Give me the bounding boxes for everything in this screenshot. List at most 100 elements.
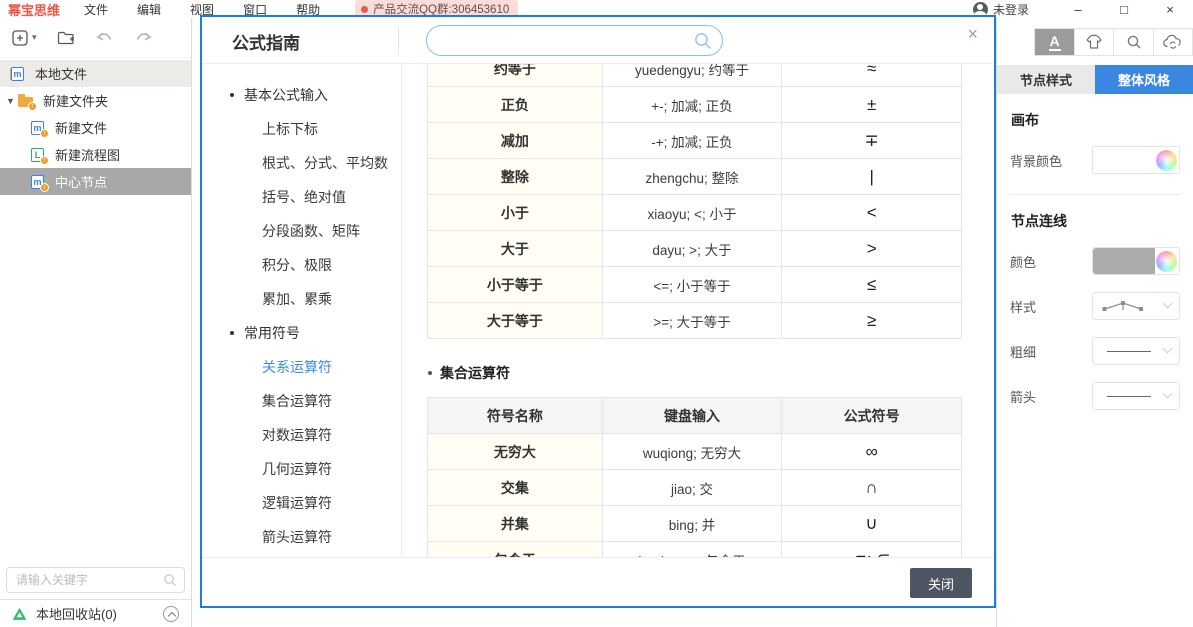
symbol-name-cell: 小于等于 [428,267,603,303]
symbol-name-cell: 减加 [428,123,603,159]
sidebar-search-input[interactable] [6,567,185,593]
window-close-button[interactable]: × [1147,2,1193,17]
table-row: 包含于 baohanyu; 包含于 ⊂; ⊆ [428,542,962,557]
modal-footer: 关闭 [202,557,994,606]
nav-item-logic-operators[interactable]: 逻辑运算符 [202,486,401,520]
formula-symbol-cell: ∞ [782,434,962,470]
file-tree: m 本地文件 ▼ ↑ 新建文件夹 m ↑ 新建文件 [0,58,191,195]
text-style-icon: A [1049,34,1061,51]
close-button[interactable]: 关闭 [910,568,972,598]
new-file-icon [12,30,29,46]
tree-item-local-files[interactable]: m 本地文件 [0,60,191,87]
line-color-picker[interactable] [1092,247,1180,275]
nav-group-basic: 基本公式输入 [202,78,401,112]
panel-tabs: 节点样式 整体风格 [997,65,1193,94]
modal-search-input[interactable] [441,33,688,49]
table-row: 减加 -+; 加减; 正负 ∓ [428,123,962,159]
nav-item-set-operators[interactable]: 集合运算符 [202,384,401,418]
nav-item-superscript-subscript[interactable]: 上标下标 [202,112,401,146]
symbol-name-cell: 交集 [428,470,603,506]
text-style-button[interactable]: A [1035,29,1074,55]
relation-operators-table: 约等于 yuedengyu; 约等于 ≈ 正负 +-; 加减; 正负 ± 减加 … [427,64,962,339]
nav-item-relational-operators[interactable]: 关系运算符 [202,350,401,384]
arrow-dropdown[interactable] [1092,382,1180,410]
collapse-toggle-icon[interactable] [163,606,179,622]
new-folder-button[interactable] [57,30,75,45]
symbol-name-cell: 大于等于 [428,303,603,339]
keyboard-input-cell: zhengchu; 整除 [603,159,783,195]
tree-item-label: 中心节点 [55,172,107,191]
menu-edit[interactable]: 编辑 [137,1,161,18]
maximize-button[interactable]: □ [1101,2,1147,17]
node-line-section-title: 节点连线 [1011,211,1180,231]
canvas-section-title: 画布 [1011,110,1180,130]
formula-symbol-cell: > [782,231,962,267]
tree-item-new-file[interactable]: m ↑ 新建文件 [0,114,191,141]
nav-group-title: 常用符号 [244,323,300,343]
tree-item-new-folder[interactable]: ▼ ↑ 新建文件夹 [0,87,191,114]
recycle-bin-row[interactable]: 本地回收站(0) [0,599,191,627]
nav-item-sum-product[interactable]: 累加、累乘 [202,282,401,316]
mind-file-icon: m ↑ [30,174,47,190]
bullet-icon [428,371,432,375]
nav-item-bracket-absolute[interactable]: 括号、绝对值 [202,180,401,214]
line-sample-icon [1107,351,1151,352]
line-sample-icon [1107,396,1151,397]
recycle-bin-icon [12,607,27,621]
nav-item-arrow-operators[interactable]: 箭头运算符 [202,520,401,554]
login-status[interactable]: 未登录 [993,1,1029,18]
tab-node-style[interactable]: 节点样式 [997,65,1095,94]
background-color-picker[interactable] [1092,146,1180,174]
expander-triangle-icon[interactable]: ▼ [6,96,18,106]
upload-badge-icon: ↑ [40,183,49,192]
formula-symbol-cell: < [782,195,962,231]
tree-item-new-flowchart[interactable]: L ↑ 新建流程图 [0,141,191,168]
undo-button[interactable] [95,31,114,45]
tab-overall-style[interactable]: 整体风格 [1095,65,1193,94]
recycle-bin-label: 本地回收站(0) [36,604,117,623]
nav-item-piecewise-matrix[interactable]: 分段函数、矩阵 [202,214,401,248]
arrow-label: 箭头 [1010,387,1036,406]
red-dot-icon [361,6,368,13]
nav-item-radical-fraction[interactable]: 根式、分式、平均数 [202,146,401,180]
sidebar: ▾ [0,18,192,627]
color-wheel-icon[interactable] [1156,251,1177,272]
folder-icon: ↑ [18,93,35,109]
keyboard-input-cell: dayu; >; 大于 [603,231,783,267]
cloud-sync-button[interactable] [1153,29,1192,55]
upload-badge-icon: ↑ [40,156,49,165]
panel-toolbar: A [1034,28,1193,56]
nav-item-log-operators[interactable]: 对数运算符 [202,418,401,452]
new-file-button[interactable]: ▾ [12,30,37,46]
menu-file[interactable]: 文件 [84,1,108,18]
color-wheel-icon[interactable] [1156,150,1177,171]
bullet-icon [230,331,234,335]
right-panel: A 节点样式 整体风格 [996,18,1193,627]
keyboard-input-cell: yuedengyu; 约等于 [603,64,783,87]
formula-symbol-cell: ≤ [782,267,962,303]
symbol-name-cell: 正负 [428,87,603,123]
shirt-icon [1083,34,1105,50]
theme-button[interactable] [1074,29,1113,55]
table-header-row: 符号名称 键盘输入 公式符号 [428,398,962,434]
minimize-button[interactable]: – [1055,2,1101,17]
local-files-icon: m [10,66,27,82]
keyboard-input-cell: wuqiong; 无穷大 [603,434,783,470]
new-folder-icon [57,30,75,45]
redo-button[interactable] [134,31,153,45]
sidebar-toolbar: ▾ [0,18,191,58]
line-style-dropdown[interactable] [1092,292,1180,320]
branch-style-icon [1101,299,1147,313]
modal-close-icon[interactable]: × [967,24,978,45]
bullet-icon [230,93,234,97]
nav-item-integral-limit[interactable]: 积分、极限 [202,248,401,282]
upload-badge-icon: ↑ [40,129,49,138]
tree-item-center-node[interactable]: m ↑ 中心节点 [0,168,191,195]
search-style-button[interactable] [1113,29,1152,55]
modal-title: 公式指南 [232,29,300,54]
line-weight-dropdown[interactable] [1092,337,1180,365]
formula-content[interactable]: 约等于 yuedengyu; 约等于 ≈ 正负 +-; 加减; 正负 ± 减加 … [402,64,994,557]
nav-item-geometry-operators[interactable]: 几何运算符 [202,452,401,486]
tree-item-label: 本地文件 [35,64,87,83]
mind-file-icon: m ↑ [30,120,47,136]
